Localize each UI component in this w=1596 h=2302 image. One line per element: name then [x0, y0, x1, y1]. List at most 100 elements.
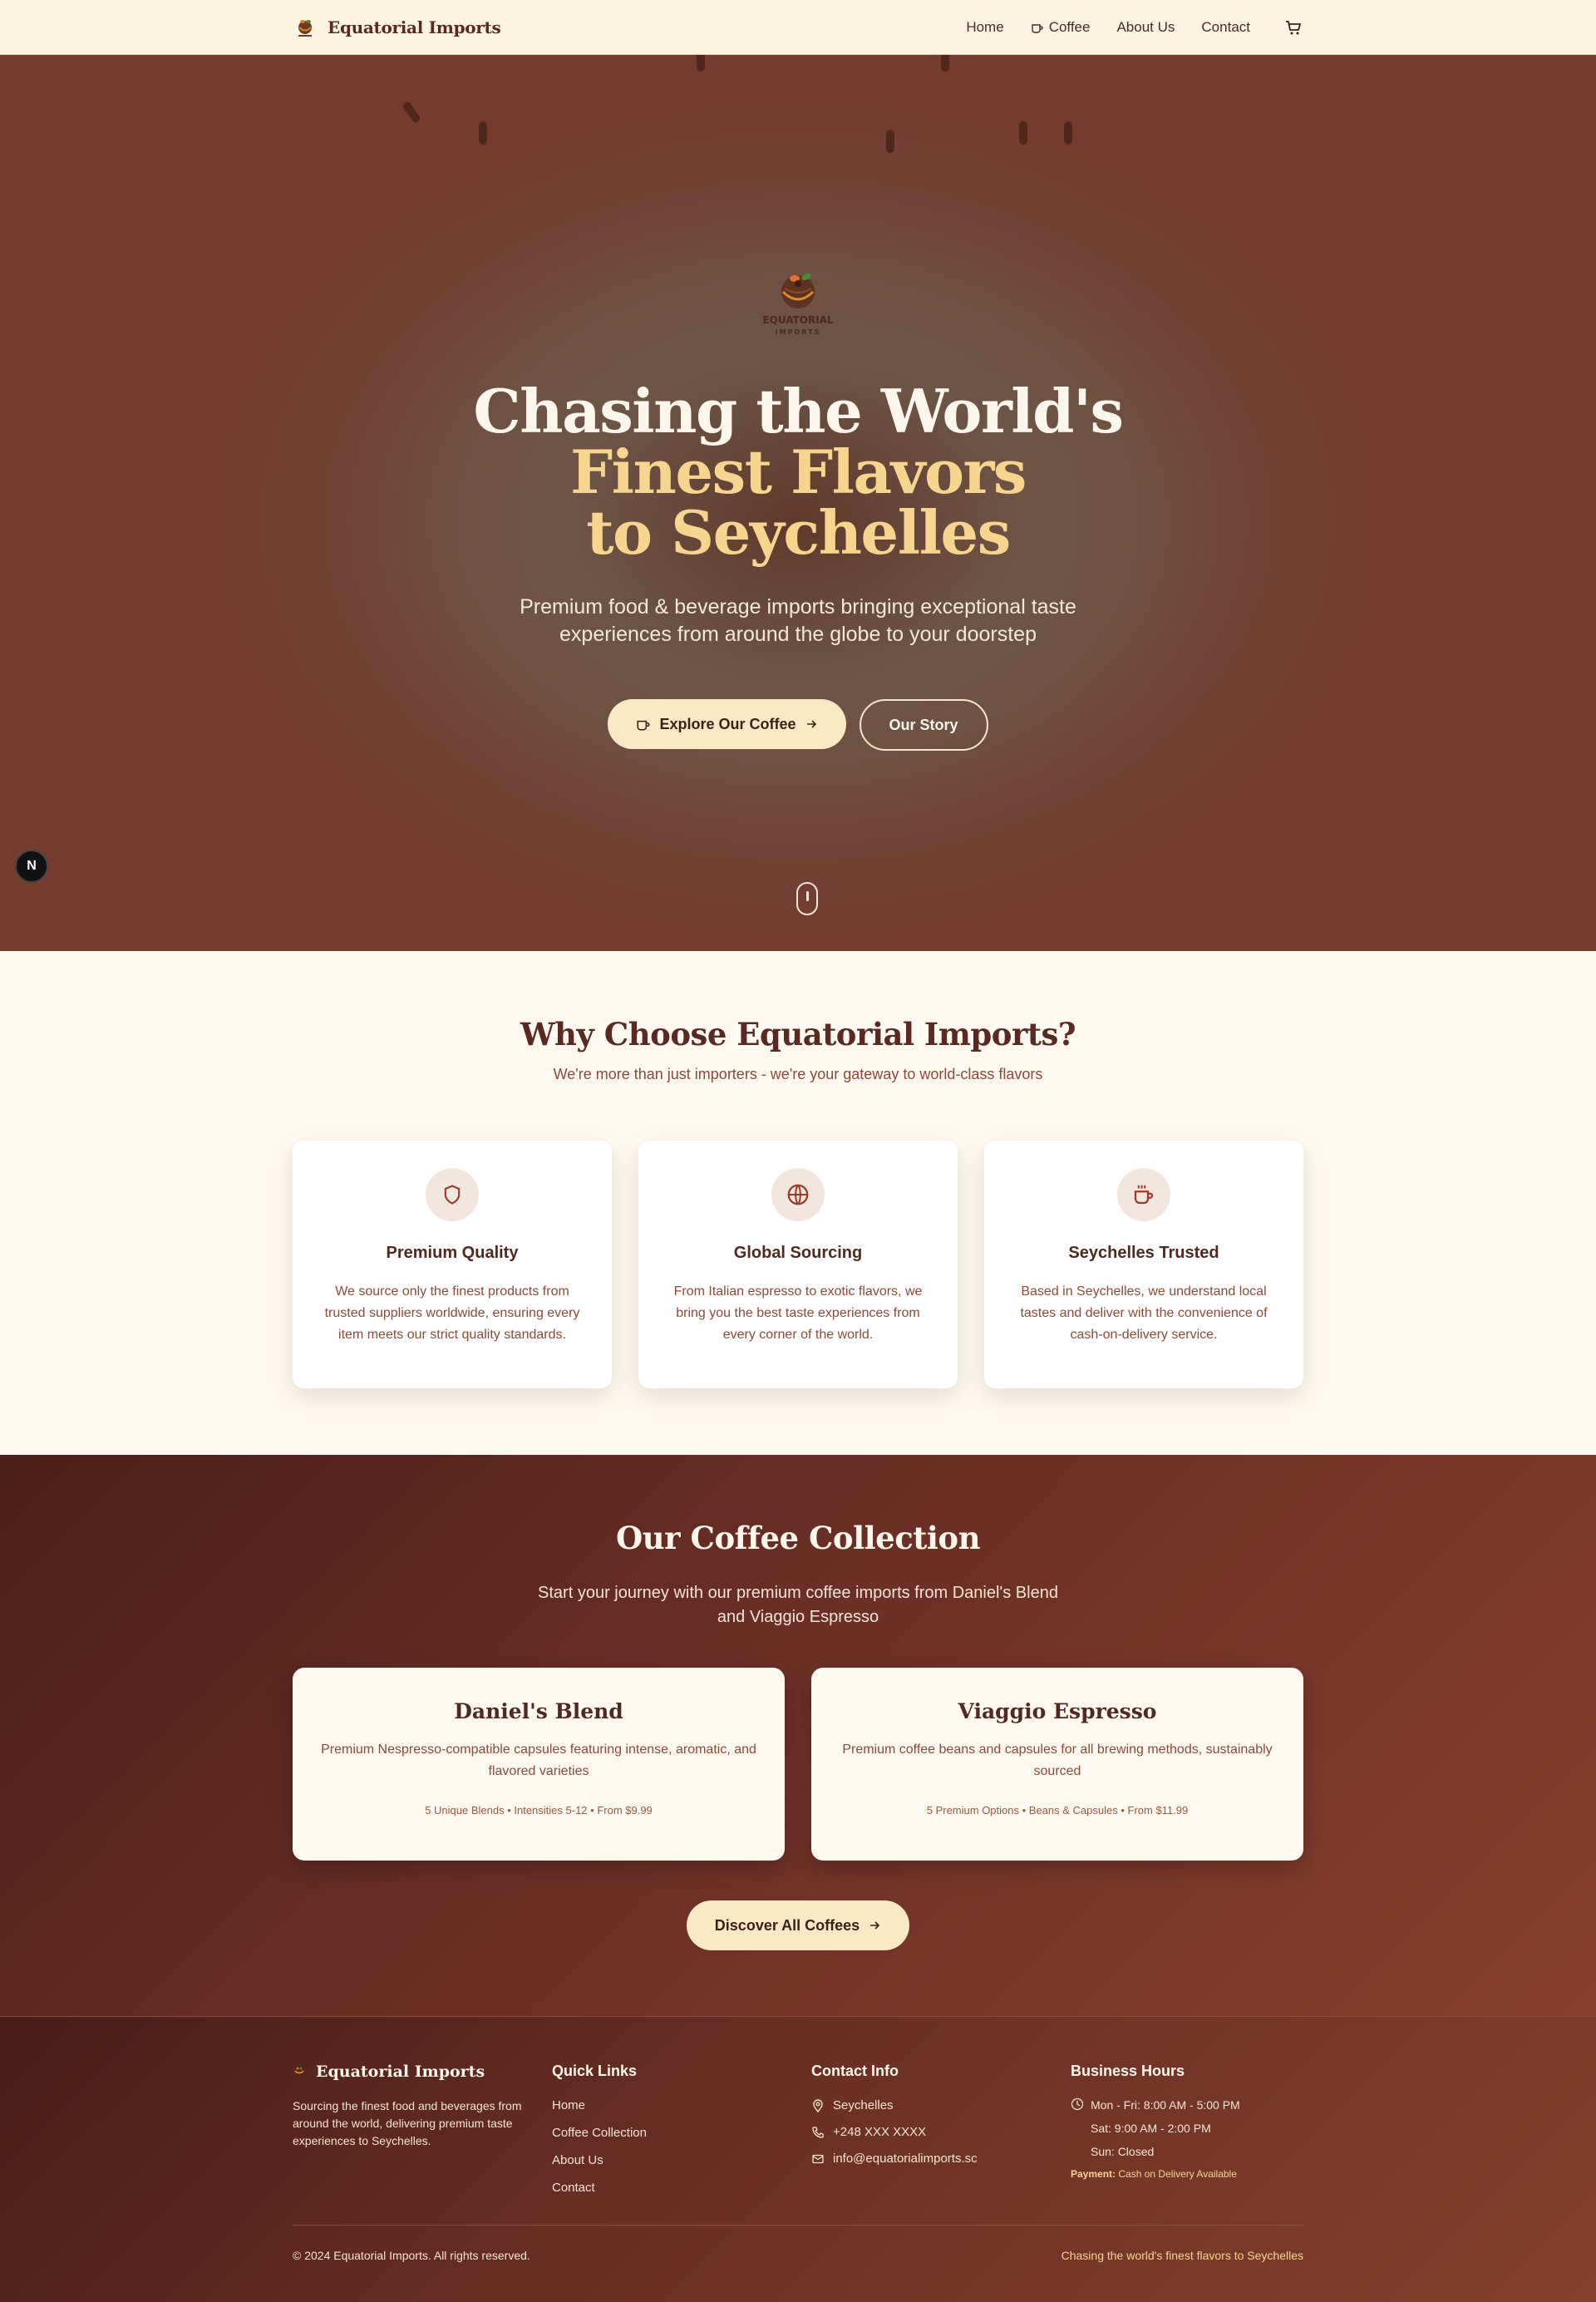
product-desc: Premium Nespresso-compatible capsules fe…: [321, 1743, 756, 1778]
nav-link-coffee[interactable]: Coffee: [1031, 19, 1091, 36]
copyright: © 2024 Equatorial Imports. All rights re…: [293, 2249, 530, 2262]
mail-icon: [812, 2154, 824, 2163]
product-meta: 5 Premium Options • Beans & Capsules • F…: [926, 1804, 1189, 1816]
payment-value: Cash on Delivery Available: [1118, 2168, 1237, 2180]
payment-label: Payment:: [1071, 2168, 1116, 2180]
coffee-cup-icon: [1031, 24, 1043, 33]
scroll-indicator-icon[interactable]: [796, 882, 818, 915]
arrow-right-icon: [870, 1921, 880, 1930]
footer-brand: Equatorial Imports: [293, 2063, 534, 2081]
feature-card-quality: Premium Quality We source only the fines…: [293, 1141, 612, 1388]
footer-description: Sourcing the finest food and beverages f…: [293, 2099, 522, 2147]
contact-location: Seychelles: [811, 2098, 978, 2112]
hours-weekdays: Mon - Fri: 8:00 AM - 5:00 PM: [1071, 2097, 1240, 2112]
nav-link-contact[interactable]: Contact: [1201, 19, 1250, 36]
footer-business-hours: Business Hours Mon - Fri: 8:00 AM - 5:00…: [1071, 2063, 1240, 2180]
product-card-viaggio-espresso[interactable]: Viaggio Espresso Premium coffee beans an…: [811, 1668, 1303, 1861]
product-desc: Premium coffee beans and capsules for al…: [842, 1743, 1273, 1778]
why-title: Why Choose Equatorial Imports?: [520, 1016, 1076, 1052]
contact-phone-text: +248 XXX XXXX: [833, 2125, 927, 2139]
discover-coffees-label: Discover All Coffees: [714, 1916, 860, 1934]
coffee-cup-icon: [637, 720, 650, 731]
hours-sunday: Sun: Closed: [1091, 2145, 1155, 2158]
hero-buttons: Explore Our Coffee Our Story: [0, 699, 1596, 751]
hero-title: Chasing the World's Finest Flavors to Se…: [0, 381, 1596, 563]
brand[interactable]: Equatorial Imports: [293, 15, 501, 40]
feature-title: Premium Quality: [386, 1244, 519, 1262]
collection-title: Our Coffee Collection: [616, 1520, 980, 1556]
feature-card-trusted: Seychelles Trusted Based in Seychelles, …: [984, 1141, 1303, 1388]
contact-email[interactable]: info@equatorialimports.sc: [811, 2152, 978, 2166]
arrow-right-icon: [806, 720, 816, 728]
brand-logo-icon: [298, 20, 312, 37]
contact-location-text: Seychelles: [833, 2098, 894, 2112]
feature-text: We source only the finest products from …: [324, 1284, 580, 1342]
map-pin-icon: [813, 2098, 823, 2112]
nav-links: Home Coffee About Us Contact: [966, 17, 1303, 37]
hero-subtitle: Premium food & beverage imports bringing…: [520, 595, 1076, 646]
coffee-bean-decoration: [401, 100, 422, 125]
coffee-collection-section: Our Coffee Collection Start your journey…: [0, 1455, 1596, 2016]
hero-title-line-1: Chasing the World's: [473, 376, 1124, 446]
brand-name: Equatorial Imports: [328, 17, 501, 37]
why-subtitle: We're more than just importers - we're y…: [553, 1066, 1043, 1082]
footer-link-coffee-collection[interactable]: Coffee Collection: [552, 2126, 647, 2140]
footer-divider: [293, 2225, 1303, 2226]
collection-subtitle: Start your journey with our premium coff…: [538, 1584, 1058, 1626]
cart-icon[interactable]: [1283, 17, 1303, 37]
footer: Equatorial Imports Sourcing the finest f…: [0, 2016, 1596, 2302]
footer-link-home[interactable]: Home: [552, 2098, 647, 2112]
nav-link-coffee-label: Coffee: [1048, 19, 1091, 35]
feature-title: Seychelles Trusted: [1068, 1244, 1219, 1262]
product-name: Viaggio Espresso: [958, 1699, 1157, 1723]
hero-logo: EQUATORIAL IMPORTS: [762, 273, 834, 336]
coffee-bean-decoration: [697, 55, 705, 71]
coffee-bean-decoration: [479, 121, 487, 145]
quick-links-title: Quick Links: [552, 2063, 638, 2079]
nav-link-home[interactable]: Home: [966, 19, 1003, 36]
svg-text:EQUATORIAL: EQUATORIAL: [762, 314, 834, 326]
hero-title-line-3: to Seychelles: [586, 497, 1011, 568]
explore-coffee-button[interactable]: Explore Our Coffee: [608, 699, 846, 749]
hours-weekdays-text: Mon - Fri: 8:00 AM - 5:00 PM: [1091, 2098, 1240, 2112]
feature-text: From Italian espresso to exotic flavors,…: [673, 1284, 923, 1342]
footer-link-contact[interactable]: Contact: [552, 2181, 647, 2195]
phone-icon: [812, 2126, 824, 2138]
coffee-bean-decoration: [1019, 121, 1027, 145]
explore-coffee-label: Explore Our Coffee: [659, 715, 796, 732]
footer-quick-links: Quick Links Home Coffee Collection About…: [552, 2063, 647, 2208]
contact-title: Contact Info: [811, 2063, 899, 2079]
hours-saturday: Sat: 9:00 AM - 2:00 PM: [1091, 2122, 1211, 2135]
discover-coffees-button[interactable]: Discover All Coffees: [687, 1900, 909, 1950]
contact-phone[interactable]: +248 XXX XXXX: [811, 2125, 978, 2139]
shield-icon: [426, 1168, 479, 1221]
footer-contact-info: Contact Info Seychelles +248 XXX XXXX in…: [811, 2063, 978, 2178]
footer-brand-name: Equatorial Imports: [316, 2063, 485, 2081]
hero-title-line-2: Finest Flavors: [570, 436, 1027, 507]
svg-text:IMPORTS: IMPORTS: [776, 328, 821, 336]
product-card-daniels-blend[interactable]: Daniel's Blend Premium Nespresso-compati…: [293, 1668, 785, 1861]
why-section: Why Choose Equatorial Imports? We're mor…: [0, 951, 1596, 1455]
footer-link-about[interactable]: About Us: [552, 2153, 647, 2167]
feature-text: Based in Seychelles, we understand local…: [1020, 1284, 1268, 1342]
coffee-cup-icon: [1117, 1168, 1170, 1221]
brand-logo-icon: [294, 2067, 304, 2074]
our-story-button[interactable]: Our Story: [859, 699, 988, 751]
coffee-bean-decoration: [941, 55, 949, 71]
top-nav: Equatorial Imports Home Coffee About Us …: [0, 0, 1596, 55]
feature-title: Global Sourcing: [733, 1244, 863, 1262]
coffee-bean-decoration: [886, 130, 894, 153]
product-name: Daniel's Blend: [454, 1699, 623, 1723]
footer-brand-column: Equatorial Imports Sourcing the finest f…: [293, 2063, 534, 2150]
nav-link-about[interactable]: About Us: [1116, 19, 1175, 36]
coffee-bean-decoration: [1064, 121, 1072, 145]
hero-section: EQUATORIAL IMPORTS Chasing the World's F…: [0, 55, 1596, 951]
dev-badge[interactable]: N: [15, 850, 48, 883]
payment-info: Payment: Cash on Delivery Available: [1071, 2168, 1240, 2180]
product-meta: 5 Unique Blends • Intensities 5-12 • Fro…: [425, 1804, 653, 1816]
globe-icon: [771, 1168, 825, 1221]
hours-title: Business Hours: [1071, 2063, 1185, 2079]
feature-card-sourcing: Global Sourcing From Italian espresso to…: [638, 1141, 958, 1388]
footer-tagline: Chasing the world's finest flavors to Se…: [1061, 2249, 1303, 2262]
contact-email-text: info@equatorialimports.sc: [833, 2152, 978, 2166]
